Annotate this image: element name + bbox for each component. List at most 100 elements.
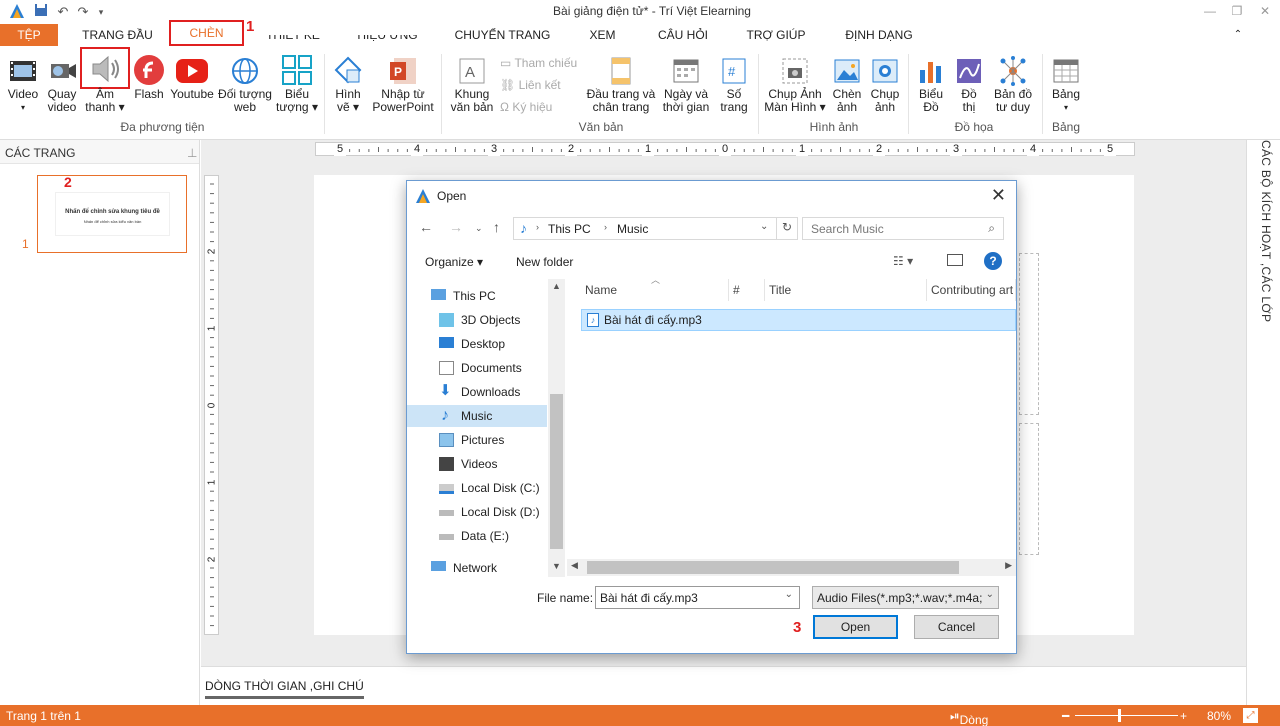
title-placeholder[interactable]	[1019, 253, 1039, 415]
back-icon[interactable]: ←	[419, 219, 433, 235]
preview-pane-icon[interactable]	[947, 254, 963, 266]
column-name[interactable]: Name	[581, 279, 729, 301]
zoom-in-icon[interactable]: +	[1180, 709, 1187, 723]
tab-help[interactable]: TRỢ GIÚP	[740, 24, 812, 46]
graph-button[interactable]: Đồ thị	[950, 56, 988, 114]
fit-window-icon[interactable]: ⤢	[1243, 708, 1258, 723]
refresh-icon[interactable]: ↻	[782, 220, 792, 234]
separator	[441, 54, 442, 134]
flash-button[interactable]: Flash	[131, 54, 167, 101]
slide-thumbnail[interactable]: Nhấn để chỉnh sửa khung tiêu đề Nhấn để …	[37, 175, 187, 253]
import-powerpoint-button[interactable]: P Nhập từ PowerPoint	[370, 56, 436, 114]
timeline-tab[interactable]: DÒNG THỜI GIAN ,GHI CHÚ	[205, 679, 364, 699]
triggers-layers-panel[interactable]: CÁC BỘ KÍCH HOẠT ,CÁC LỚP	[1246, 140, 1280, 705]
up-icon[interactable]: ↑	[493, 219, 500, 235]
screenshot-button[interactable]: Chụp Ảnh Màn Hình ▾	[764, 56, 826, 114]
youtube-button[interactable]: Youtube	[168, 56, 216, 101]
scrollbar-thumb[interactable]	[587, 561, 959, 574]
column-title[interactable]: Title	[765, 279, 927, 301]
tab-questions[interactable]: CÂU HỎI	[648, 24, 718, 46]
tab-file[interactable]: TỆP	[0, 24, 58, 46]
nav-pictures[interactable]: Pictures	[431, 429, 547, 451]
collapse-ribbon-icon[interactable]: ⌃	[1228, 24, 1248, 46]
network-icon	[431, 561, 446, 571]
filter-dropdown-icon[interactable]: ⌄	[985, 589, 994, 600]
restore-icon[interactable]: ❐	[1222, 0, 1252, 22]
zoom-slider-handle[interactable]	[1118, 709, 1121, 722]
nav-desktop[interactable]: Desktop	[431, 333, 547, 355]
textbox-button[interactable]: A Khung văn bản	[448, 56, 496, 114]
forward-icon[interactable]: →	[449, 219, 463, 235]
record-video-button[interactable]: Quay video	[44, 56, 80, 114]
file-type-filter[interactable]: Audio Files(*.mp3;*.wav;*.m4a; ⌄	[812, 586, 999, 609]
insert-image-button[interactable]: Chèn ảnh	[828, 56, 866, 114]
view-options-icon[interactable]: ☷ ▾	[893, 254, 913, 268]
column-contributing-artists[interactable]: Contributing art	[927, 279, 1016, 301]
breadcrumb-this-pc[interactable]: This PC	[548, 222, 591, 236]
navigation-scrollbar[interactable]: ▲ ▼	[548, 279, 565, 577]
file-name-input[interactable]: Bài hát đi cấy.mp3 ⌄	[595, 586, 800, 609]
chart-button[interactable]: Biểu Đồ	[912, 56, 950, 114]
date-time-button[interactable]: Ngày và thời gian	[660, 56, 712, 114]
reference-button[interactable]: ▭ Tham chiếu	[500, 56, 577, 70]
nav-data-e[interactable]: Data (E:)	[431, 525, 547, 547]
address-dropdown-icon[interactable]: ⌄	[760, 221, 768, 232]
nav-network[interactable]: Network	[423, 557, 539, 579]
file-name-dropdown-icon[interactable]: ⌄	[785, 589, 793, 600]
nav-downloads[interactable]: ⬇ Downloads	[431, 381, 547, 403]
table-button[interactable]: Bảng ▾	[1046, 56, 1086, 114]
nav-3d-objects[interactable]: 3D Objects	[431, 309, 547, 331]
breadcrumb-music[interactable]: Music	[617, 222, 648, 236]
tab-format[interactable]: ĐỊNH DẠNG	[835, 24, 923, 46]
new-folder-button[interactable]: New folder	[516, 255, 573, 269]
recent-locations-icon[interactable]: ⌄	[475, 223, 483, 234]
tab-home[interactable]: TRANG ĐẦU	[70, 24, 165, 46]
zoom-slider[interactable]	[1075, 715, 1178, 716]
shapes-button[interactable]: Hình vẽ ▾	[330, 56, 366, 114]
icons-button[interactable]: Biểu tượng ▾	[276, 54, 318, 114]
tab-effects[interactable]: HIỆU ỨNG	[345, 35, 430, 46]
nav-music[interactable]: ♪ Music	[407, 405, 547, 427]
scroll-right-icon[interactable]: ▶	[1005, 560, 1012, 571]
dialog-close-icon[interactable]: ✕	[991, 185, 1006, 206]
cancel-button[interactable]: Cancel	[914, 615, 999, 639]
take-photo-button[interactable]: Chụp ảnh	[866, 56, 904, 114]
file-list-scrollbar[interactable]: ◀ ▶	[567, 559, 1016, 576]
content-placeholder[interactable]	[1019, 423, 1039, 555]
nav-videos[interactable]: Videos	[431, 453, 547, 475]
header-footer-button[interactable]: Đầu trang và chân trang	[585, 56, 657, 114]
web-object-button[interactable]: Đối tượng web	[216, 56, 274, 114]
nav-local-disk-c[interactable]: Local Disk (C:)	[431, 477, 547, 499]
close-icon[interactable]: ✕	[1250, 0, 1280, 22]
tab-design[interactable]: THIẾT KẾ	[258, 35, 328, 46]
audio-button[interactable]: Âm thanh ▾	[82, 52, 128, 114]
scroll-up-icon[interactable]: ▲	[552, 281, 561, 291]
search-input[interactable]: Search Music ⌕	[802, 217, 1004, 240]
zoom-out-icon[interactable]: ━	[1062, 709, 1069, 723]
tab-transitions[interactable]: CHUYỂN TRANG	[450, 24, 555, 46]
address-bar[interactable]: ♪ › This PC › Music ⌄ ↻	[513, 217, 798, 240]
minimize-icon[interactable]: —	[1195, 0, 1225, 22]
file-row[interactable]: ♪ Bài hát đi cấy.mp3	[581, 309, 1016, 331]
scroll-left-icon[interactable]: ◀	[571, 560, 578, 571]
tab-view[interactable]: XEM	[575, 24, 630, 46]
symbol-button[interactable]: Ω Ký hiệu	[500, 100, 552, 114]
link-button[interactable]: ⛓ Liên kết	[500, 78, 561, 92]
status-bar: Trang 1 trên 1 ⏯ Dòng Thời Gian ━ + 80% …	[0, 705, 1280, 726]
organize-button[interactable]: Organize ▾	[425, 255, 483, 269]
page-number-button[interactable]: # Số trang	[715, 56, 753, 114]
pin-icon[interactable]: ⊥	[187, 140, 197, 166]
nav-this-pc[interactable]: This PC	[423, 285, 539, 307]
column-number[interactable]: #	[729, 279, 765, 301]
timeline-toggle[interactable]: ⏯ Dòng Thời Gian	[950, 709, 988, 726]
tab-insert[interactable]: CHÈN	[169, 20, 244, 46]
scroll-down-icon[interactable]: ▼	[552, 561, 561, 571]
nav-documents[interactable]: Documents	[431, 357, 547, 379]
open-button[interactable]: Open	[813, 615, 898, 639]
annotation-1: 1	[246, 18, 255, 35]
scrollbar-thumb[interactable]	[550, 394, 563, 549]
mind-map-button[interactable]: Bản đồ tư duy	[990, 56, 1036, 114]
video-button[interactable]: Video ▾	[4, 56, 42, 114]
help-icon[interactable]: ?	[984, 252, 1002, 270]
nav-local-disk-d[interactable]: Local Disk (D:)	[431, 501, 547, 523]
